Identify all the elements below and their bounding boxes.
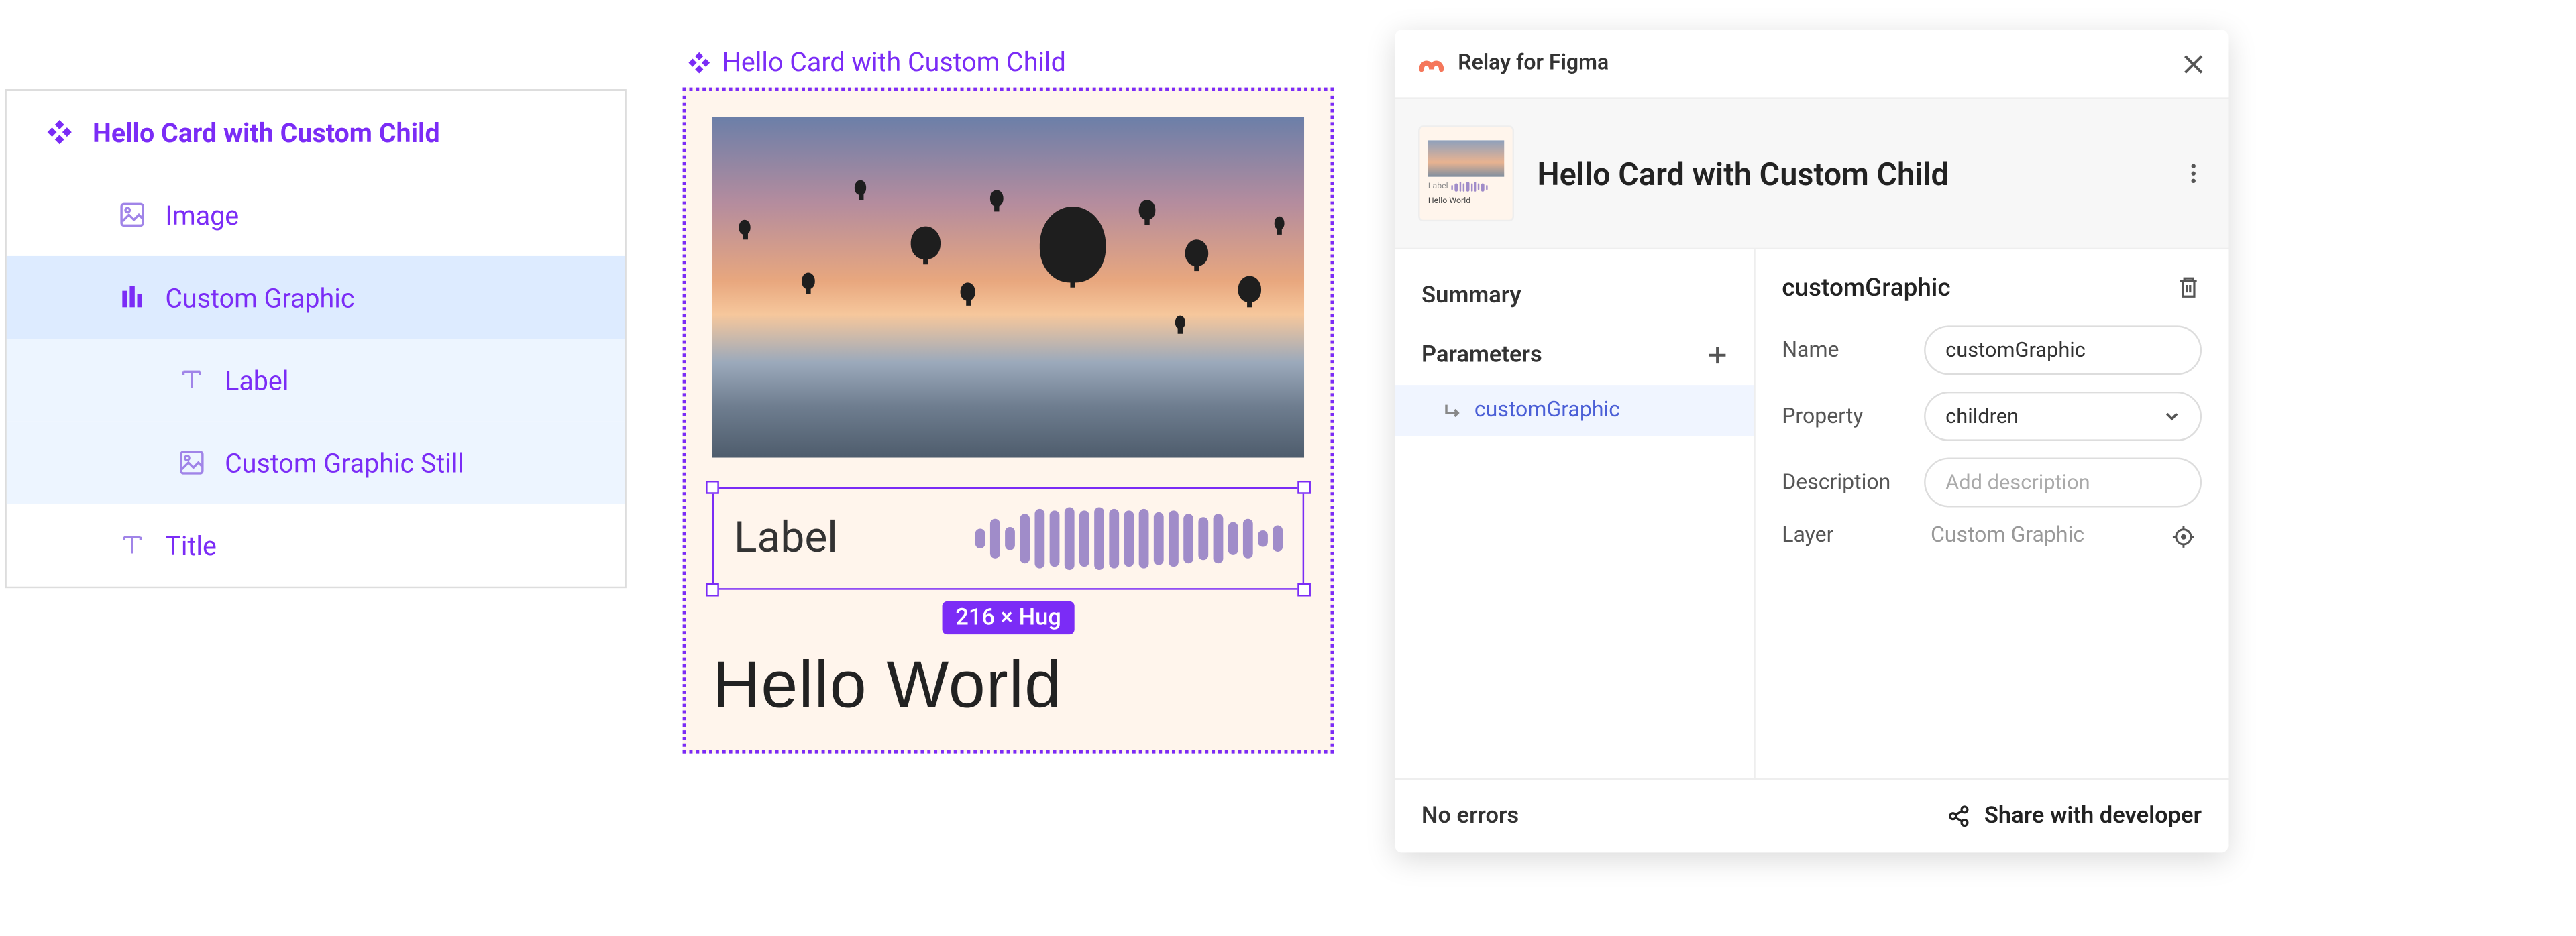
- layer-row-custom-graphic-still[interactable]: Custom Graphic Still: [7, 421, 625, 504]
- parameter-name: customGraphic: [1474, 398, 1620, 423]
- plugin-sidebar: Summary Parameters customGraphic: [1395, 249, 1756, 778]
- name-value: customGraphic: [1945, 338, 2086, 363]
- image-icon: [178, 449, 205, 475]
- sidebar-parameters[interactable]: Parameters: [1395, 325, 1754, 385]
- layer-row-title[interactable]: Title: [7, 504, 625, 587]
- frame-bars-icon: [119, 284, 145, 310]
- layer-label: Custom Graphic Still: [225, 447, 464, 479]
- layer-row-label[interactable]: Label: [7, 339, 625, 421]
- canvas-area: Hello Card with Custom Child: [683, 46, 1334, 754]
- layer-row-component-header[interactable]: Hello Card with Custom Child: [7, 91, 625, 174]
- field-label: Description: [1782, 470, 1904, 495]
- field-label: Name: [1782, 338, 1904, 363]
- component-thumbnail: Label Hello World: [1418, 125, 1514, 221]
- layer-label: Hello Card with Custom Child: [93, 117, 440, 148]
- enter-arrow-icon: [1442, 401, 1462, 421]
- plugin-brand-name: Relay for Figma: [1458, 51, 1609, 76]
- card-title-text: Hello World: [712, 649, 1304, 723]
- plugin-detail-pane: customGraphic Name customGraphic Propert…: [1756, 249, 2229, 778]
- layer-label: Label: [225, 364, 288, 396]
- field-row-layer: Layer Custom Graphic: [1782, 524, 2202, 548]
- image-icon: [119, 202, 145, 228]
- field-row-description: Description Add description: [1782, 458, 2202, 508]
- layer-label: Image: [165, 199, 239, 231]
- share-icon: [1948, 805, 1971, 827]
- detail-title: customGraphic: [1782, 273, 1950, 302]
- field-row-name: Name customGraphic: [1782, 325, 2202, 375]
- layer-row-custom-graphic[interactable]: Custom Graphic: [7, 256, 625, 339]
- share-with-developer-button[interactable]: Share with developer: [1948, 803, 2202, 829]
- chevron-down-icon: [2163, 408, 2180, 425]
- relay-logo-icon: [1418, 50, 1444, 76]
- layers-panel: Hello Card with Custom Child Image Custo…: [5, 89, 626, 588]
- field-label: Layer: [1782, 524, 1904, 548]
- target-layer-button[interactable]: [2172, 524, 2195, 547]
- field-row-property: Property children: [1782, 392, 2202, 441]
- sidebar-parameters-label: Parameters: [1421, 342, 1542, 368]
- selection-handle[interactable]: [706, 481, 719, 494]
- plugin-header: Relay for Figma: [1395, 30, 2229, 99]
- component-icon: [46, 119, 72, 145]
- delete-parameter-button[interactable]: [2176, 274, 2202, 300]
- custom-graphic-label: Label: [734, 514, 838, 563]
- thumb-label-text: Label: [1428, 182, 1448, 192]
- text-icon: [119, 532, 145, 558]
- waveform-graphic: [975, 506, 1283, 572]
- text-icon: [178, 367, 205, 393]
- description-input[interactable]: Add description: [1924, 458, 2202, 508]
- parameter-item-customgraphic[interactable]: customGraphic: [1395, 385, 1754, 436]
- card-frame[interactable]: Label 216 × Hug Hello World: [683, 88, 1334, 754]
- layer-target-row: Custom Graphic: [1924, 524, 2202, 548]
- selection-handle[interactable]: [1297, 583, 1311, 597]
- canvas-component-label[interactable]: Hello Card with Custom Child: [686, 46, 1334, 78]
- relay-plugin-panel: Relay for Figma Label Hello World Hello …: [1395, 30, 2229, 852]
- canvas-component-title: Hello Card with Custom Child: [722, 46, 1066, 78]
- description-placeholder: Add description: [1945, 470, 2090, 495]
- close-button[interactable]: [2182, 52, 2204, 75]
- component-name: Hello Card with Custom Child: [1538, 154, 2159, 192]
- custom-graphic-frame[interactable]: Label 216 × Hug: [712, 487, 1304, 590]
- plugin-footer: No errors Share with developer: [1395, 778, 2229, 853]
- sidebar-summary[interactable]: Summary: [1395, 266, 1754, 326]
- thumb-title-text: Hello World: [1428, 196, 1470, 207]
- layer-row-image[interactable]: Image: [7, 174, 625, 256]
- layer-value: Custom Graphic: [1931, 524, 2084, 548]
- layer-label: Title: [165, 530, 216, 561]
- footer-status: No errors: [1421, 803, 1519, 829]
- property-value: children: [1945, 404, 2019, 428]
- hero-image: [712, 117, 1304, 458]
- selection-handle[interactable]: [706, 583, 719, 597]
- layer-label: Custom Graphic: [165, 282, 354, 313]
- sidebar-summary-label: Summary: [1421, 282, 1521, 308]
- property-select[interactable]: children: [1924, 392, 2202, 441]
- name-input[interactable]: customGraphic: [1924, 325, 2202, 375]
- plugin-brand: Relay for Figma: [1418, 50, 1609, 76]
- component-header-bar: Label Hello World Hello Card with Custom…: [1395, 99, 2229, 249]
- share-label: Share with developer: [1984, 803, 2202, 829]
- component-icon: [686, 49, 712, 75]
- add-parameter-button[interactable]: [1707, 345, 1727, 365]
- more-menu-button[interactable]: [2182, 162, 2204, 184]
- field-label: Property: [1782, 404, 1904, 428]
- selection-handle[interactable]: [1297, 481, 1311, 494]
- selection-size-badge: 216 × Hug: [943, 601, 1075, 634]
